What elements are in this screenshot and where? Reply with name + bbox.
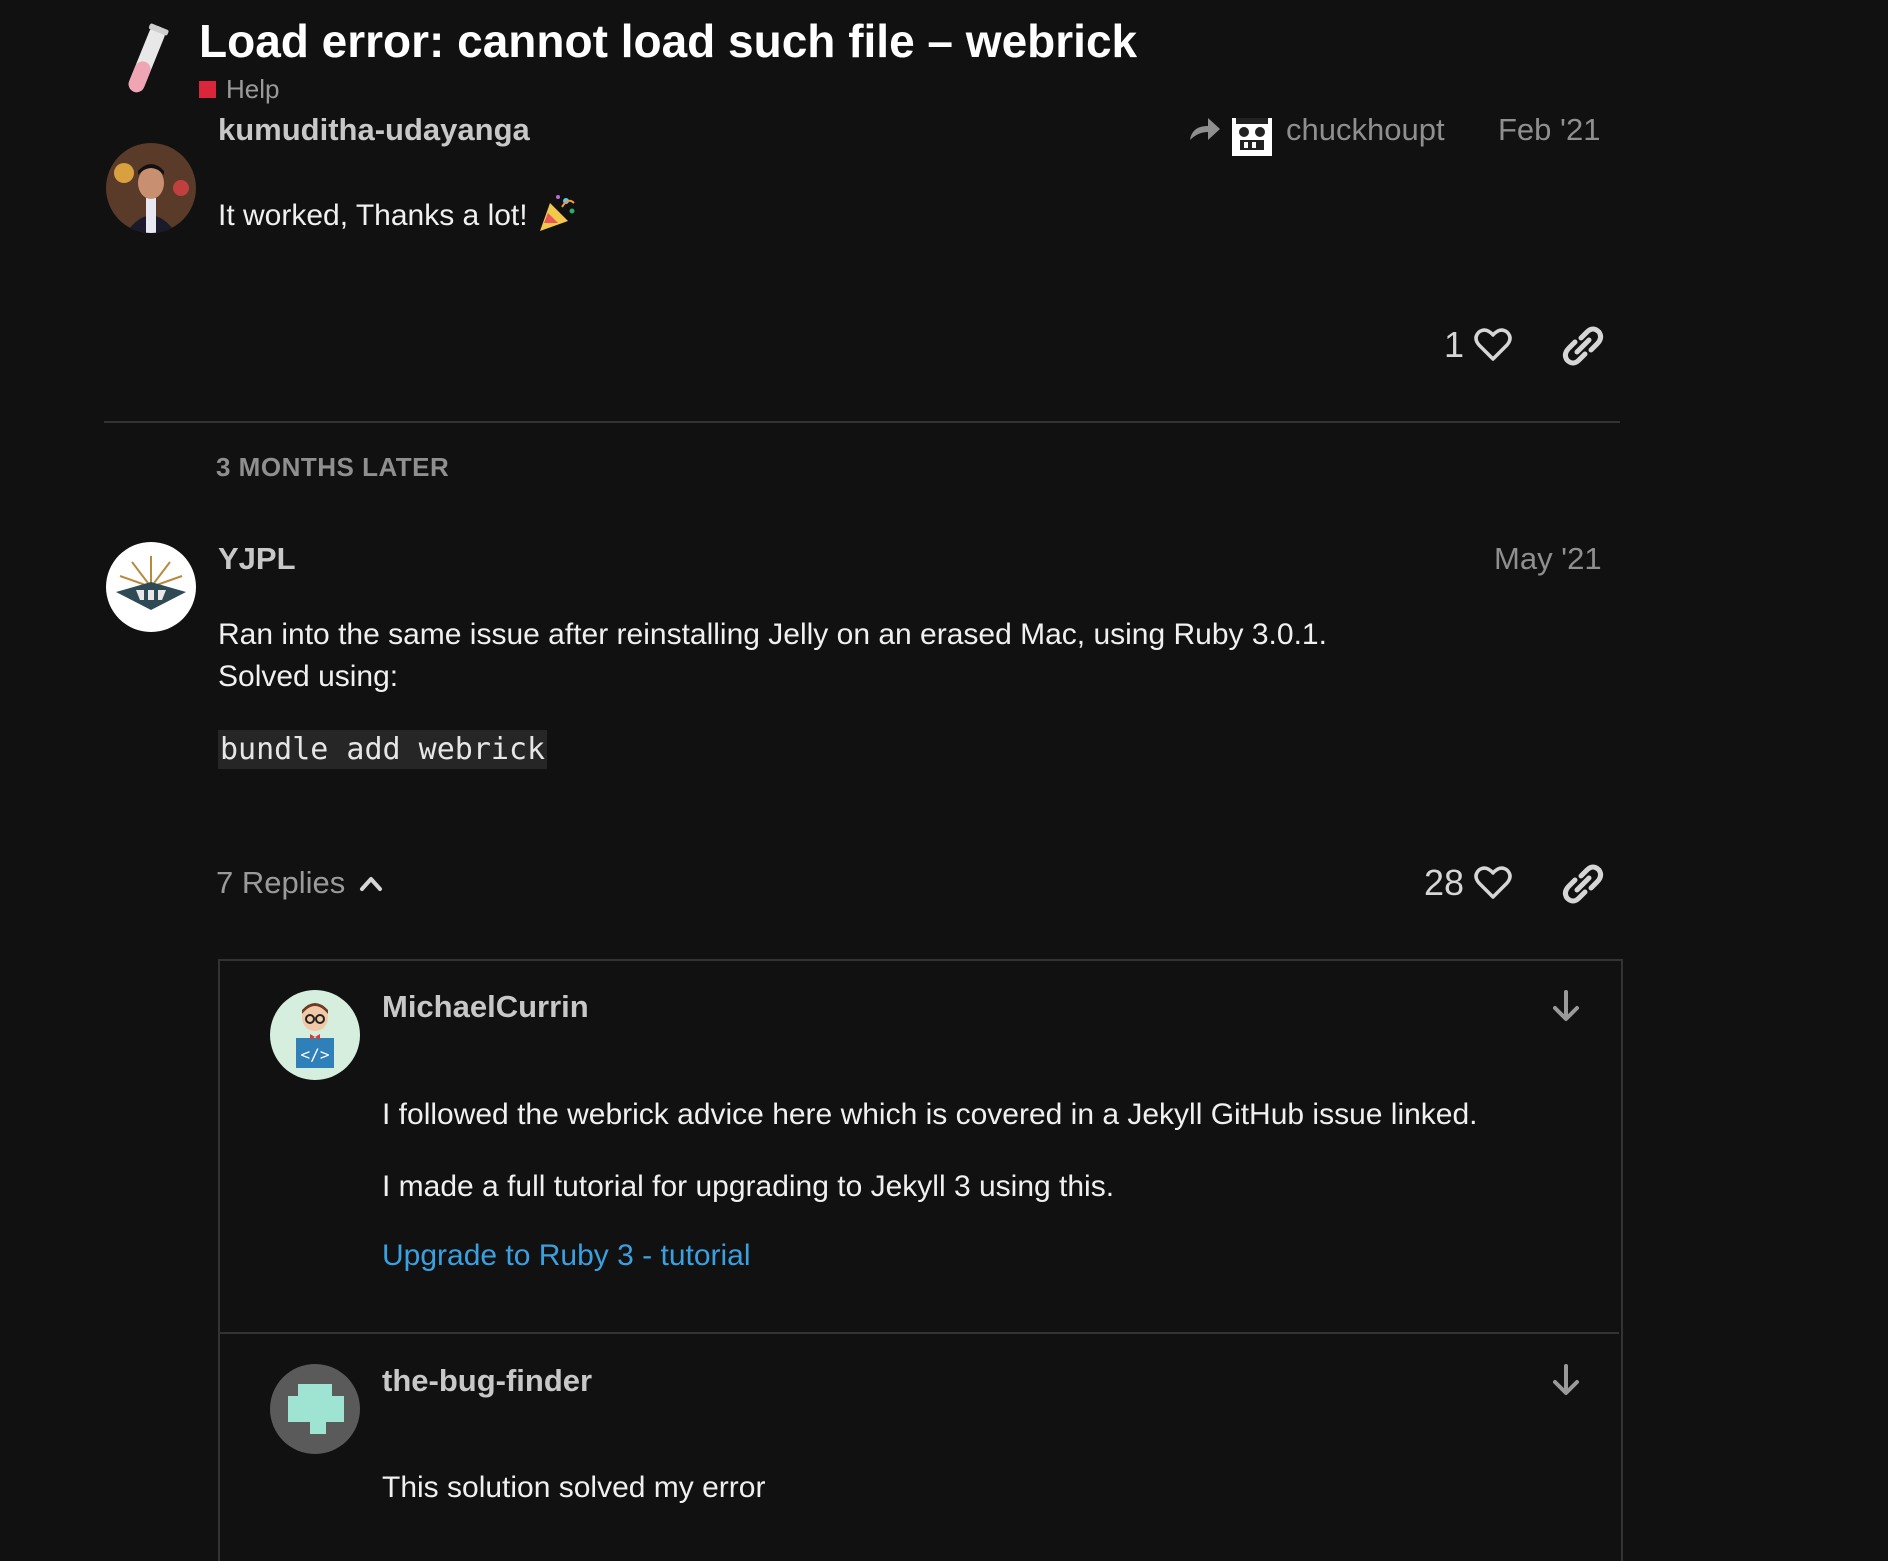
reply-to-arrow-icon [1188,114,1222,144]
svg-text:</>: </> [301,1045,330,1064]
reply-paragraph: I followed the webrick advice here which… [382,1098,1478,1131]
avatar[interactable]: </> [270,990,360,1080]
category-badge[interactable]: Help [199,74,279,105]
reply-username[interactable]: the-bug-finder [382,1363,592,1399]
avatar[interactable] [270,1364,360,1454]
chevron-up-icon [360,877,383,891]
replies-label: 7 Replies [216,865,346,900]
post-body-line: Ran into the same issue after reinstalli… [218,618,1327,651]
like-button[interactable]: 1 [1444,324,1512,366]
party-popper-icon [539,195,575,231]
post-divider [104,421,1620,423]
post-body-text: It worked, Thanks a lot! [218,199,528,232]
like-count: 28 [1424,862,1465,903]
avatar[interactable] [106,143,196,233]
topic-header: Load error: cannot load such file – webr… [0,0,1888,118]
replies-toggle-button[interactable]: 7 Replies [216,865,383,901]
reply-username[interactable]: MichaelCurrin [382,989,589,1025]
reply-paragraph: I made a full tutorial for upgrading to … [382,1170,1115,1203]
link-icon[interactable] [1561,324,1605,368]
post-body-line: Solved using: [218,660,399,693]
heart-icon [1474,328,1512,361]
category-color-square [199,81,216,98]
post-date[interactable]: May '21 [1494,541,1602,577]
post-body: It worked, Thanks a lot! [218,193,578,237]
topic-title[interactable]: Load error: cannot load such file – webr… [199,14,1137,68]
category-label: Help [226,74,280,104]
reply-divider [220,1332,1619,1334]
link-icon[interactable] [1561,862,1605,906]
time-gap-label: 3 MONTHS LATER [216,452,450,482]
code-snippet: bundle add webrick [218,730,548,769]
reply-paragraph: This solution solved my error [382,1471,766,1504]
avatar[interactable] [106,542,196,632]
tutorial-link[interactable]: Upgrade to Ruby 3 - tutorial [382,1239,751,1273]
test-tube-icon[interactable] [118,22,174,100]
like-button[interactable]: 28 [1424,862,1512,904]
heart-icon [1474,866,1512,899]
like-count: 1 [1444,324,1465,365]
arrow-down-icon[interactable] [1548,988,1584,1024]
arrow-down-icon[interactable] [1548,1362,1584,1398]
post-username[interactable]: YJPL [218,541,296,577]
